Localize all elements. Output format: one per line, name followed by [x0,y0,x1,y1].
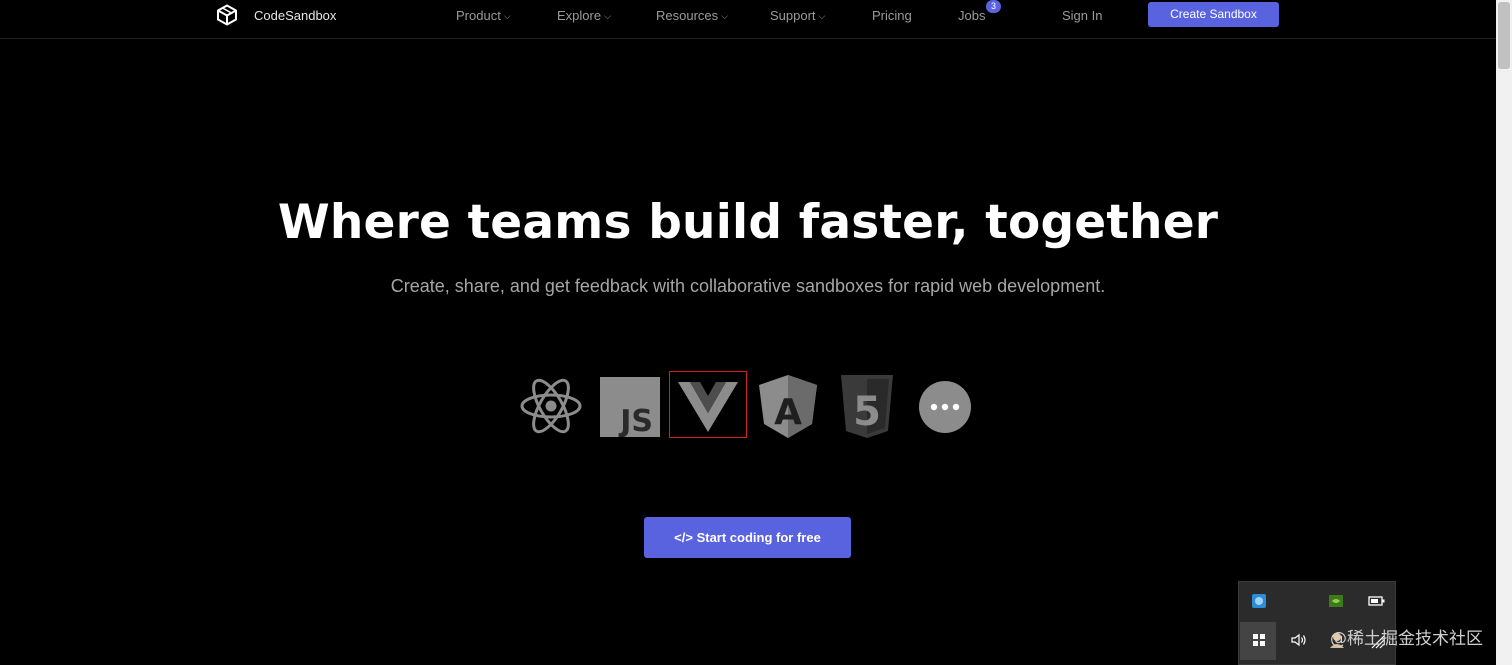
nav-resources-label: Resources [656,8,719,23]
sign-in-link[interactable]: Sign In [1062,8,1102,23]
svg-text:5: 5 [853,389,881,435]
codesandbox-logo-icon[interactable] [216,4,238,26]
volume-icon[interactable] [1290,632,1306,648]
nav-explore[interactable]: Explore ⌵ [557,8,611,23]
jobs-count-badge: 3 [986,0,1001,13]
watermark-text: @稀土掘金技术社区 [1330,629,1483,649]
svg-text:A: A [774,392,802,433]
hero-subtitle: Create, share, and get feedback with col… [390,276,1106,296]
scrollbar-thumb[interactable] [1498,2,1510,69]
nav-product[interactable]: Product ⌵ [456,8,511,23]
angular-icon[interactable]: A [758,374,818,440]
start-icon[interactable] [1251,632,1267,648]
html5-icon[interactable]: 5 [839,374,895,440]
chevron-down-icon: ⌵ [721,11,728,21]
more-icon[interactable] [918,380,972,434]
selected-framework-highlight [669,371,747,438]
nav-pricing[interactable]: Pricing [872,8,912,23]
react-icon[interactable] [519,376,583,436]
hero-title: Where teams build faster, together [277,195,1219,250]
battery-icon[interactable] [1368,593,1385,609]
svg-text:JS: JS [618,404,653,437]
brand-name[interactable]: CodeSandbox [254,8,336,23]
javascript-icon[interactable]: JS [600,377,660,437]
nav-support-label: Support [770,8,816,23]
create-sandbox-button[interactable]: Create Sandbox [1148,2,1279,27]
nav-explore-label: Explore [557,8,602,23]
top-nav: CodeSandbox Product ⌵ Explore ⌵ Resources ⌵… [0,0,1496,39]
nvidia-icon[interactable] [1328,593,1344,609]
chevron-down-icon: ⌵ [503,11,511,21]
start-coding-button[interactable]: </> Start coding for free [644,517,851,558]
nav-jobs[interactable]: Jobs [958,8,985,23]
chevron-down-icon: ⌵ [818,11,826,21]
chevron-down-icon: ⌵ [604,11,611,21]
nav-support[interactable]: Support ⌵ [770,8,825,23]
nav-resources[interactable]: Resources ⌵ [656,8,728,23]
network-app-icon[interactable] [1251,593,1267,609]
nav-product-label: Product [456,8,501,23]
vertical-scrollbar[interactable] [1496,0,1512,665]
